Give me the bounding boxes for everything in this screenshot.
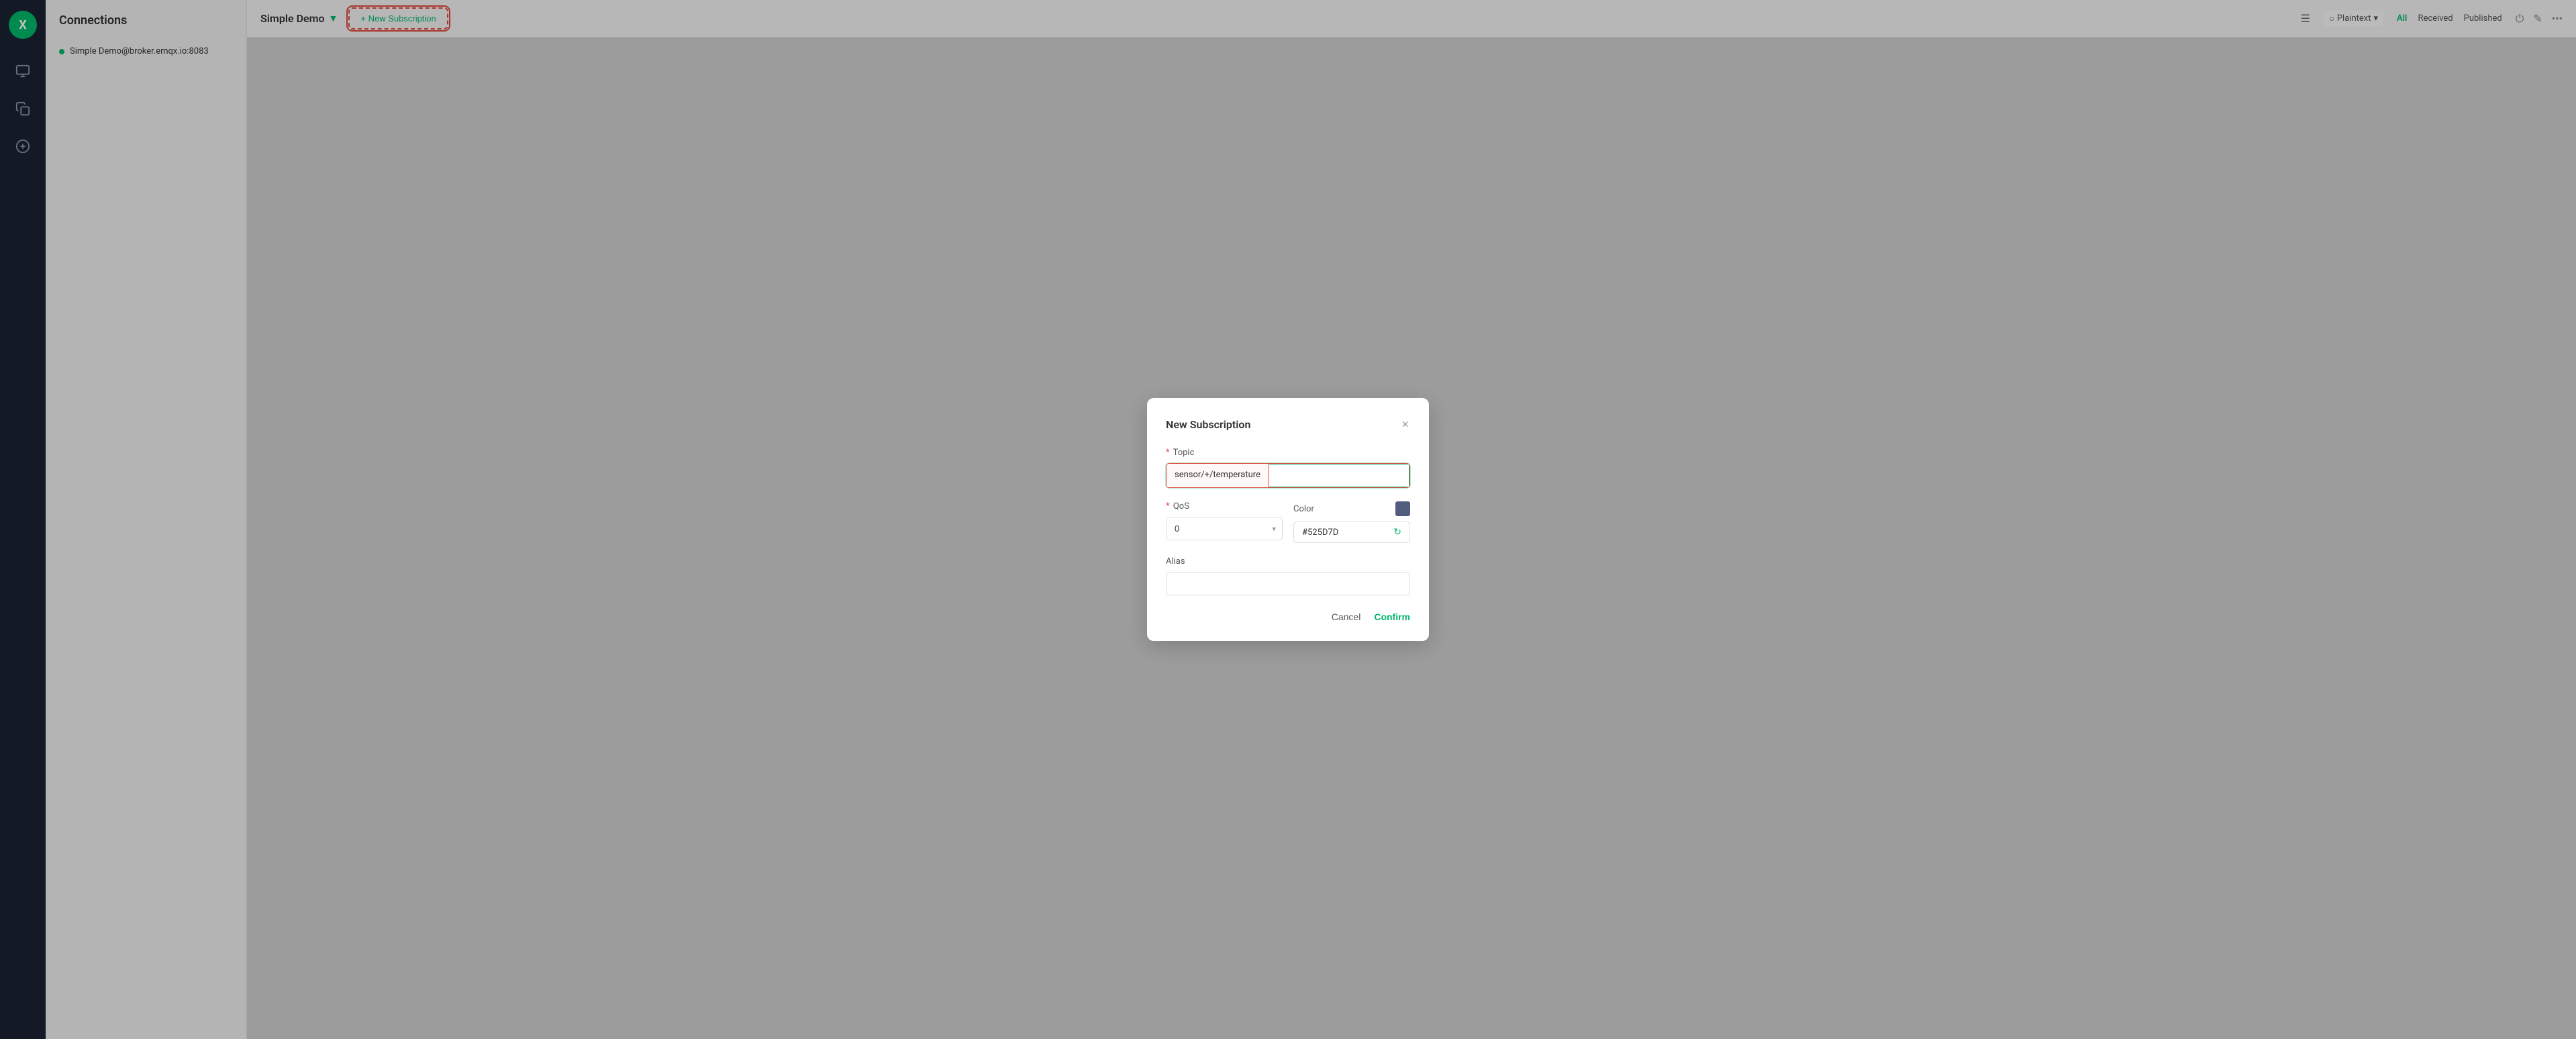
modal-title: New Subscription [1166, 418, 1250, 431]
modal-footer: Cancel Confirm [1166, 611, 1410, 622]
required-indicator: * [1166, 448, 1170, 458]
color-hex-value: #525D7D [1302, 528, 1388, 538]
alias-label: Alias [1166, 556, 1410, 566]
topic-form-group: * Topic sensor/+/temperature [1166, 448, 1410, 488]
qos-form-group: * QoS 0 1 2 ▾ [1166, 501, 1283, 543]
alias-input[interactable] [1166, 572, 1410, 595]
right-panel: Simple Demo ▼ + New Subscription ☰ ○ Pla… [247, 0, 2576, 1039]
topic-input-wrapper: sensor/+/temperature [1166, 463, 1410, 488]
color-refresh-icon[interactable]: ↻ [1393, 527, 1401, 538]
confirm-button[interactable]: Confirm [1374, 611, 1410, 622]
color-field-wrapper: #525D7D ↻ [1293, 522, 1410, 543]
new-subscription-modal: New Subscription × * Topic sensor/+/temp… [1147, 398, 1429, 641]
modal-header: New Subscription × [1166, 417, 1410, 432]
modal-overlay: New Subscription × * Topic sensor/+/temp… [46, 0, 2576, 1039]
qos-required-indicator: * [1166, 501, 1170, 511]
qos-select[interactable]: 0 1 2 [1166, 517, 1283, 540]
cancel-button[interactable]: Cancel [1332, 611, 1361, 622]
qos-label: * QoS [1166, 501, 1283, 511]
topic-label: * Topic [1166, 448, 1410, 458]
topic-input-highlighted[interactable]: sensor/+/temperature [1167, 464, 1269, 487]
qos-color-row: * QoS 0 1 2 ▾ [1166, 501, 1410, 543]
modal-close-button[interactable]: × [1400, 417, 1410, 432]
qos-select-wrapper: 0 1 2 ▾ [1166, 517, 1283, 540]
alias-form-group: Alias [1166, 556, 1410, 595]
color-label: Color [1293, 504, 1314, 514]
topic-input[interactable] [1269, 464, 1409, 487]
color-swatch[interactable] [1395, 501, 1410, 516]
color-form-group: Color #525D7D ↻ [1293, 501, 1410, 543]
main-content: Connections Simple Demo@broker.emqx.io:8… [46, 0, 2576, 1039]
